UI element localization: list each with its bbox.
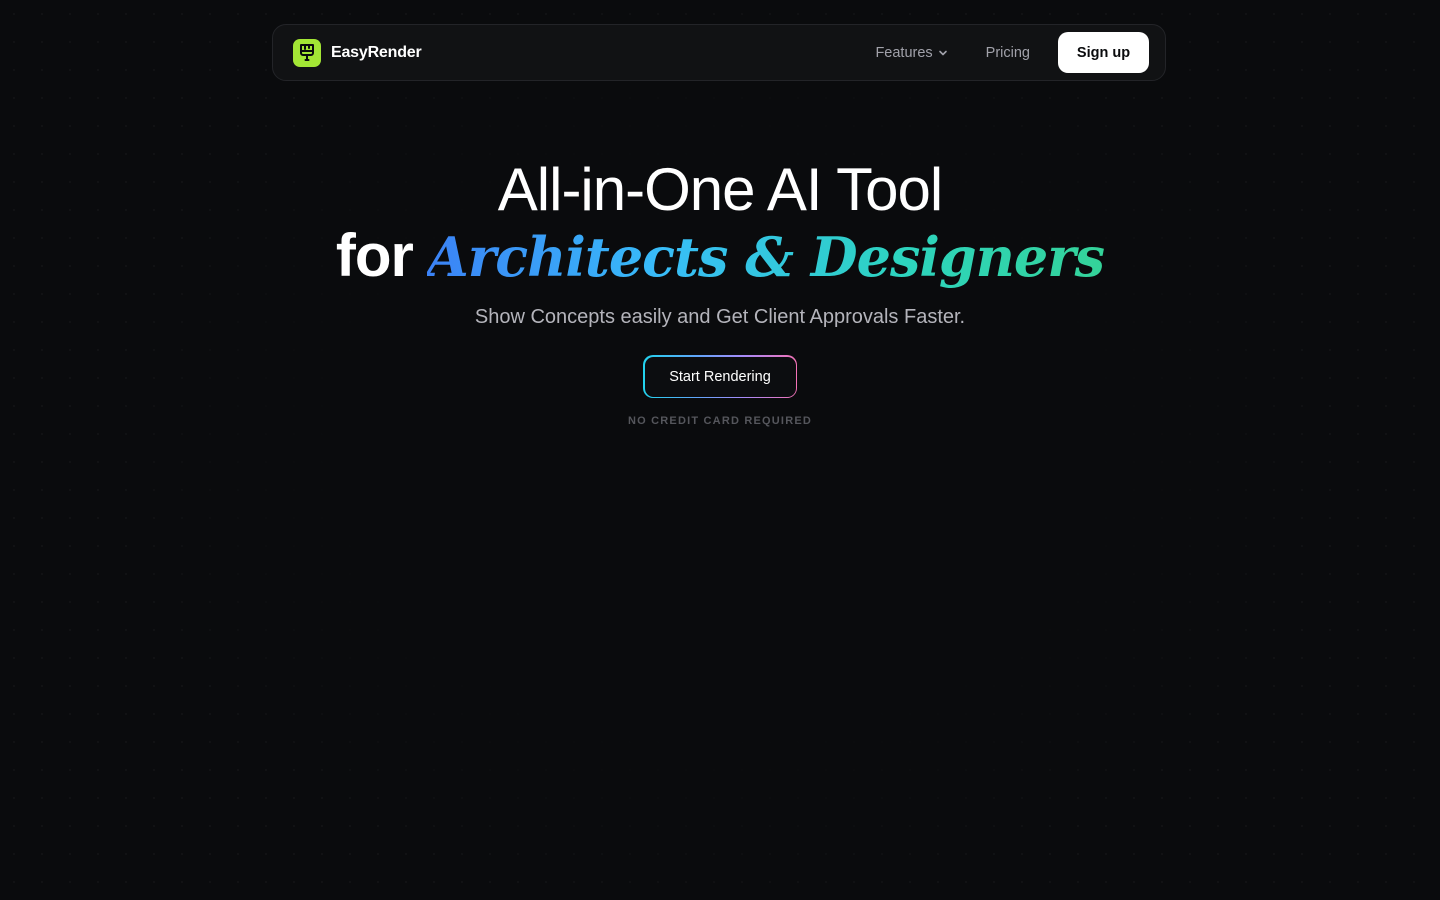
hero-title-for: for (335, 222, 414, 289)
start-rendering-button[interactable]: Start Rendering (644, 356, 796, 397)
paintbrush-icon (293, 38, 321, 67)
brand-name: EasyRender (331, 43, 422, 61)
hero-title-script: Architects & Designers (426, 225, 1105, 289)
brand-link[interactable]: EasyRender (293, 38, 422, 67)
nav-features-dropdown[interactable]: Features (875, 45, 948, 61)
background-vignette (0, 0, 1440, 900)
nav-links: Features Pricing Sign up (875, 32, 1149, 73)
top-navbar: EasyRender Features Pricing Sign up (272, 24, 1166, 81)
nav-pricing-link[interactable]: Pricing (986, 45, 1030, 61)
no-credit-card-note: NO CREDIT CARD REQUIRED (627, 415, 813, 427)
nav-features-label: Features (875, 44, 933, 61)
hero-title-line2: for Architects & Designers (0, 220, 1440, 301)
hero-title-line1: All-in-One AI Tool (497, 156, 943, 223)
cta-gradient-border: Start Rendering (643, 355, 797, 398)
chevron-down-icon (938, 50, 947, 55)
nav-pricing-label: Pricing (985, 44, 1030, 61)
signup-button[interactable]: Sign up (1058, 32, 1149, 73)
hero-subtitle: Show Concepts easily and Get Client Appr… (474, 306, 966, 328)
